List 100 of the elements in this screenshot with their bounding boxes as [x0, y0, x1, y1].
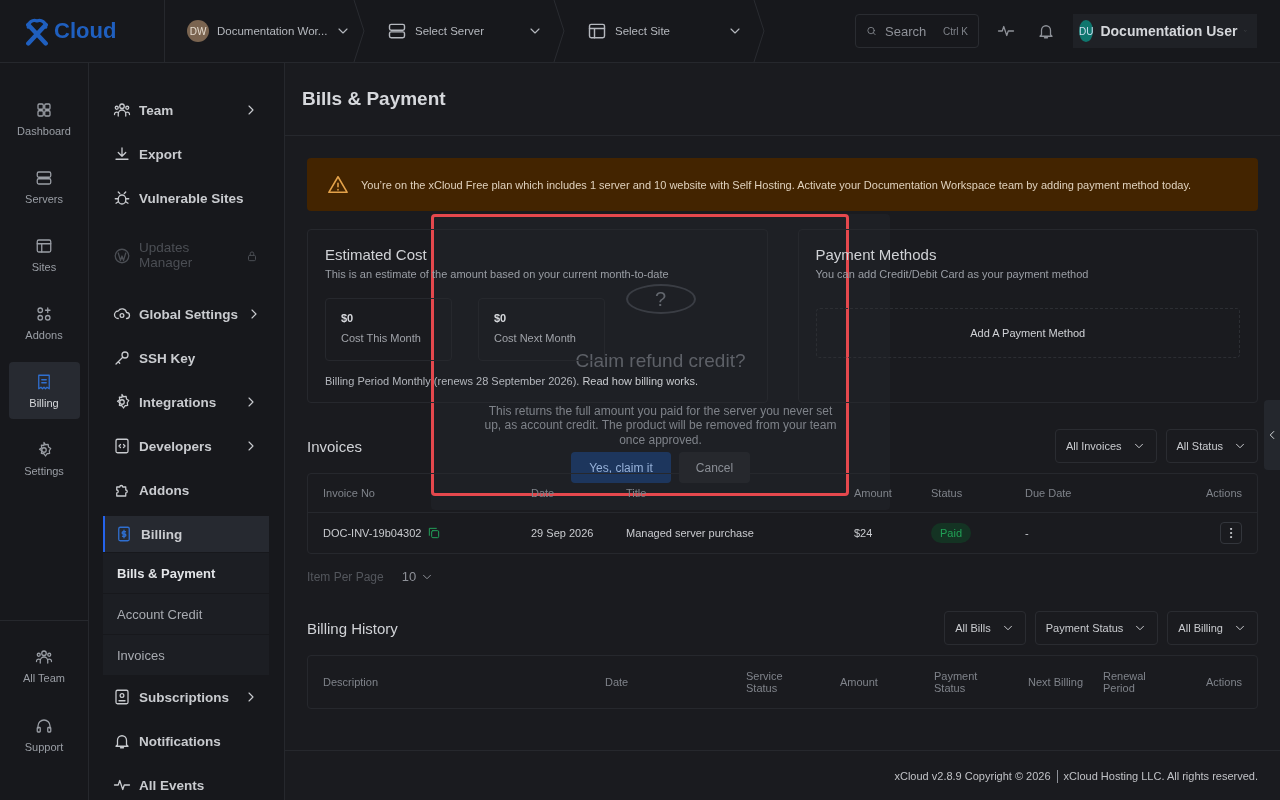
column-header: Renewal Period	[1103, 670, 1147, 694]
lock-icon	[245, 249, 259, 263]
cancel-button[interactable]: Cancel	[679, 452, 750, 484]
billing-period-text: Billing Period Monthly (renews 28 September 2026). Read how billing works.	[325, 375, 699, 387]
sidebar-item[interactable]: Addons	[103, 468, 269, 512]
column-header: Title	[626, 487, 648, 499]
column-header: Next Billing	[1028, 676, 1085, 688]
user-menu[interactable]: DU Documentation User	[1073, 14, 1257, 48]
code-file-icon	[113, 437, 131, 455]
key-icon	[113, 349, 131, 367]
sidebar-item[interactable]: Export	[103, 132, 269, 176]
per-page-dropdown[interactable]: 10	[395, 568, 441, 585]
footer-text: xCloud v2.8.9 Copyright © 2026	[894, 770, 1051, 782]
column-header: Actions	[1205, 676, 1242, 688]
column-header: Payment Status	[934, 670, 979, 694]
rail-item[interactable]: Billing	[8, 362, 80, 419]
window-icon	[35, 236, 53, 255]
rail-item[interactable]: Support	[8, 706, 80, 763]
sidebar-item[interactable]: Team	[103, 88, 269, 132]
rail-item[interactable]: Sites	[8, 226, 80, 283]
table-cell-text: -	[1025, 527, 1030, 539]
table-cell: DOC-INV-19b04302	[323, 527, 422, 539]
workspace-avatar: DW	[187, 20, 209, 42]
breadcrumb-dropdown[interactable]: Select Server	[365, 0, 553, 62]
breadcrumb-dropdown[interactable]: Select Site	[565, 0, 753, 62]
addons-icon	[35, 304, 53, 323]
rail-item[interactable]: Addons	[8, 294, 80, 351]
user-avatar: DU	[1079, 20, 1094, 42]
rail-item[interactable]: Settings	[8, 430, 80, 487]
column-header: Amount	[840, 676, 879, 688]
section-title: Billing History	[307, 619, 398, 637]
card-title: Estimated Cost	[325, 246, 428, 263]
rail-item[interactable]: All Team	[8, 637, 80, 694]
column-header: Due Date	[1025, 487, 1073, 499]
column-header: Date	[605, 676, 630, 688]
receipt-icon	[35, 372, 53, 391]
filter-dropdown[interactable]: All Status	[1165, 429, 1258, 463]
people-icon	[35, 647, 53, 666]
cost-label: Cost This Month	[341, 332, 422, 344]
sidebar-item[interactable]: Global Settings	[103, 292, 269, 336]
column-header: Actions	[1205, 487, 1242, 499]
sidebar-item[interactable]: Subscriptions	[103, 675, 269, 719]
footer-text: xCloud Hosting LLC. All rights reserved.	[1063, 770, 1258, 782]
breadcrumb-dropdown[interactable]: DW Documentation Wor...	[165, 0, 353, 62]
search-bar[interactable]: Search Ctrl K	[855, 14, 979, 48]
column-header: Amount	[854, 487, 893, 499]
page-title: Bills & Payment	[302, 88, 446, 110]
bug-icon	[113, 189, 131, 207]
cost-amount: $0	[494, 312, 508, 324]
sidebar-item[interactable]: Notifications	[103, 719, 269, 763]
table-cell-text: Managed server purchase	[626, 527, 755, 539]
rail-item[interactable]: Servers	[8, 158, 80, 215]
submenu-item[interactable]: Bills & Payment	[103, 552, 269, 593]
search-input[interactable]: Search	[885, 23, 935, 39]
people-icon	[113, 101, 131, 119]
cost-label: Cost Next Month	[494, 332, 577, 344]
filter-dropdown[interactable]: Payment Status	[1034, 611, 1159, 645]
status-badge: Paid	[931, 523, 972, 543]
column-header: Invoice No	[323, 487, 376, 499]
copy-icon	[427, 526, 442, 540]
warning-icon	[327, 173, 349, 196]
column-header: Description	[323, 676, 380, 688]
submenu-item[interactable]: Account Credit	[103, 593, 269, 634]
filter-dropdown[interactable]: All Bills	[944, 611, 1026, 645]
server-icon	[35, 168, 53, 187]
sidebar-item[interactable]: Billing	[103, 516, 269, 552]
filter-dropdown[interactable]: All Invoices	[1054, 429, 1157, 463]
dialog-message: This returns the full amount you paid for the server you never set up, as account credit. The product will be removed from your team once approved.	[483, 404, 838, 448]
sidebar-item[interactable]: Vulnerable Sites	[103, 176, 269, 220]
section-title: Invoices	[307, 437, 363, 455]
sidebar-item[interactable]: All Events	[103, 763, 269, 800]
submenu-item[interactable]: Invoices	[103, 634, 269, 675]
confirm-button[interactable]: Yes, claim it	[571, 452, 671, 484]
download-icon	[113, 145, 131, 163]
rail-item[interactable]: Dashboard	[8, 90, 80, 147]
dialog-title: Claim refund credit?	[575, 350, 746, 372]
filter-dropdown[interactable]: All Billing	[1167, 611, 1258, 645]
table-cell-text: 29 Sep 2026	[531, 527, 595, 539]
sidebar-item[interactable]: Developers	[103, 424, 269, 468]
window-icon	[587, 21, 607, 41]
server-icon	[387, 21, 407, 41]
billing-help-link[interactable]: Read how billing works.	[582, 375, 698, 387]
per-page-label: Item Per Page	[307, 569, 384, 584]
column-header: Status	[931, 487, 964, 499]
bell-icon	[113, 732, 131, 750]
round-logo-icon	[113, 247, 131, 265]
add-payment-method-button[interactable]: Add A Payment Method	[815, 308, 1240, 358]
badge-card-icon	[113, 688, 131, 706]
alert-text: You’re on the xCloud Free plan which includes 1 server and 10 website with Self Hosting. Activate your Documentation Workspace team by adding payment method today.	[361, 178, 1192, 191]
dollar-card-icon	[115, 525, 133, 543]
column-header: Service Status	[746, 670, 784, 694]
sidebar-item[interactable]: SSH Key	[103, 336, 269, 380]
panel-toggle[interactable]	[1264, 400, 1280, 470]
actions-button[interactable]	[1220, 522, 1242, 544]
brand-name: Cloud	[54, 18, 117, 44]
sidebar-item[interactable]: Integrations	[103, 380, 269, 424]
bell-icon	[1037, 22, 1055, 40]
grid-icon	[35, 100, 53, 119]
headset-icon	[35, 716, 53, 735]
table-cell-text: $24	[854, 527, 874, 539]
